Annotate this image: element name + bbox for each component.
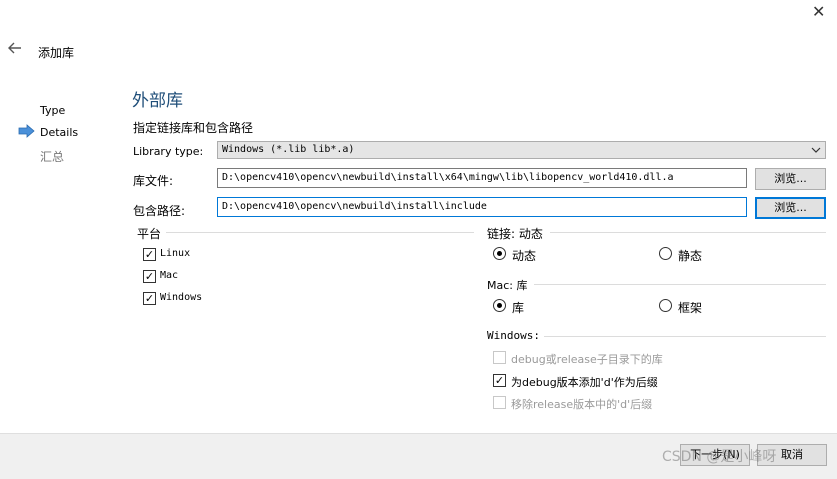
page-subtitle: 指定链接库和包含路径 xyxy=(133,121,254,135)
library-type-label: Library type: xyxy=(133,145,204,158)
platform-group-line xyxy=(166,232,474,233)
library-file-browse-button[interactable]: 浏览... xyxy=(755,168,826,190)
linkage-static-label: 静态 xyxy=(678,249,703,263)
windows-checkbox[interactable]: ✓ xyxy=(143,292,156,305)
mac-framework-label: 框架 xyxy=(678,301,703,315)
include-path-browse-button[interactable]: 浏览... xyxy=(755,197,826,219)
include-path-input[interactable]: D:\opencv410\opencv\newbuild\install\inc… xyxy=(217,197,747,217)
linux-label: Linux xyxy=(160,248,191,259)
mac-library-radio[interactable] xyxy=(493,299,506,312)
add-d-suffix-label: 为debug版本添加'd'作为后缀 xyxy=(511,376,658,389)
step-type: Type xyxy=(40,104,66,117)
debug-release-subdir-checkbox[interactable] xyxy=(493,351,506,364)
linkage-static-radio[interactable] xyxy=(659,247,672,260)
library-file-input[interactable]: D:\opencv410\opencv\newbuild\install\x64… xyxy=(217,168,747,188)
arrow-right-icon xyxy=(18,124,36,141)
remove-d-suffix-checkbox[interactable] xyxy=(493,396,506,409)
mac-checkbox[interactable]: ✓ xyxy=(143,270,156,283)
windows-group-title: Windows: xyxy=(487,329,544,342)
library-file-label: 库文件: xyxy=(133,174,174,188)
back-arrow-icon[interactable] xyxy=(8,42,22,58)
linkage-group-line xyxy=(550,232,826,233)
mac-group-title: Mac: 库 xyxy=(487,277,532,293)
mac-group-line xyxy=(534,284,826,285)
chevron-down-icon xyxy=(811,142,821,164)
linkage-dynamic-radio[interactable] xyxy=(493,247,506,260)
library-type-value: Windows (*.lib lib*.a) xyxy=(222,144,355,155)
remove-d-suffix-label: 移除release版本中的'd'后缀 xyxy=(511,398,653,411)
step-summary: 汇总 xyxy=(40,150,65,164)
platform-group-title: 平台 xyxy=(137,225,166,242)
add-d-suffix-checkbox[interactable]: ✓ xyxy=(493,374,506,387)
close-icon[interactable]: ✕ xyxy=(812,2,825,22)
windows-label: Windows xyxy=(160,292,203,303)
linkage-dynamic-label: 动态 xyxy=(512,249,537,263)
step-details: Details xyxy=(40,126,79,139)
watermark: CSDN @是小峰呀 xyxy=(662,449,777,465)
mac-label: Mac xyxy=(160,270,179,281)
include-path-label: 包含路径: xyxy=(133,204,186,218)
library-type-select[interactable]: Windows (*.lib lib*.a) xyxy=(217,141,826,159)
windows-group-line xyxy=(540,336,826,337)
linkage-group-title: 链接: 动态 xyxy=(487,225,547,242)
page-heading: 外部库 xyxy=(132,91,183,111)
mac-library-label: 库 xyxy=(512,301,525,315)
linux-checkbox[interactable]: ✓ xyxy=(143,248,156,261)
wizard-title: 添加库 xyxy=(38,46,75,60)
mac-framework-radio[interactable] xyxy=(659,299,672,312)
debug-release-subdir-label: debug或release子目录下的库 xyxy=(511,353,663,366)
